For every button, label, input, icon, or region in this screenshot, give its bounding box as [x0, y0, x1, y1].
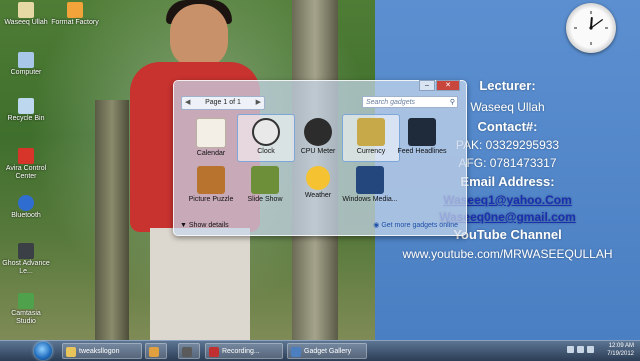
folder-icon — [66, 347, 76, 357]
desktop-icon-camtasia-studio[interactable]: Camtasia Studio — [1, 293, 51, 326]
app-icon — [182, 347, 192, 357]
minimize-button[interactable]: – — [419, 80, 435, 91]
taskbar-item-app[interactable] — [178, 343, 200, 359]
volume-icon[interactable] — [577, 346, 584, 353]
person-pants — [150, 228, 250, 340]
show-details-label: Show details — [188, 222, 229, 229]
system-tray-icons — [567, 346, 594, 353]
avira-umbrella-icon — [18, 148, 34, 164]
desktop-icon-label: Camtasia Studio — [11, 310, 41, 325]
gadget-label: Currency — [356, 148, 386, 155]
media-player-icon — [149, 347, 159, 357]
desktop-icon-avira-control-center[interactable]: Avira Control Center — [1, 148, 51, 181]
desktop-icon-label: Computer — [10, 69, 42, 76]
desktop-icon-label: Recycle Bin — [7, 115, 45, 122]
clock-minute-hand — [590, 19, 603, 29]
gadget-tile-slide-show[interactable]: Slide Show — [237, 163, 293, 209]
action-center-flag-icon[interactable] — [587, 346, 594, 353]
desktop-icon-label: Ghost Advance Le... — [2, 260, 50, 275]
bluetooth-icon — [18, 195, 34, 211]
gadget-tile-weather[interactable]: Weather — [290, 163, 346, 209]
slide-show-icon — [251, 166, 279, 194]
desktop-icon-bluetooth[interactable]: Bluetooth — [1, 195, 51, 220]
gadget-label: CPU Meter — [300, 148, 336, 155]
format-factory-icon — [67, 2, 83, 18]
search-icon[interactable]: ⚲ — [450, 97, 455, 109]
computer-icon — [18, 52, 34, 68]
taskbar: tweaksllogon Recording... Gadget Gallery… — [0, 340, 640, 361]
desktop-icon-label: Waseeq Ullah — [4, 19, 48, 26]
window-controls: – ✕ — [419, 80, 460, 91]
taskbar-item-tweakslogon[interactable]: tweaksllogon — [62, 343, 142, 359]
cpu-meter-icon — [304, 118, 332, 146]
recording-icon — [209, 347, 219, 357]
task-label: tweaksllogon — [79, 348, 120, 355]
page-label: Page 1 of 1 — [205, 99, 241, 106]
expand-arrow-icon: ▼ — [180, 222, 187, 229]
show-details-toggle[interactable]: ▼ Show details — [180, 222, 229, 229]
gadget-label: Weather — [304, 192, 332, 199]
gadget-gallery-window: – ✕ ◀ Page 1 of 1 ▶ Search gadgets ⚲ Cal… — [173, 80, 467, 236]
gadget-label: Calendar — [196, 150, 226, 157]
network-icon[interactable] — [567, 346, 574, 353]
windows-media-center-icon — [356, 166, 384, 194]
gadget-tile-calendar[interactable]: Calendar — [183, 115, 239, 161]
desktop-icon-label: Format Factory — [51, 19, 99, 26]
desktop-icon-ghost-advance[interactable]: Ghost Advance Le... — [1, 243, 51, 276]
gadget-tile-currency[interactable]: Currency — [342, 114, 400, 162]
search-gadgets-input[interactable]: Search gadgets ⚲ — [362, 96, 458, 108]
desktop-icon-format-factory[interactable]: Format Factory — [50, 2, 100, 27]
tray-time: 12:09 AM — [608, 343, 634, 349]
page-navigator: ◀ Page 1 of 1 ▶ — [181, 96, 265, 110]
gadget-label: Slide Show — [247, 196, 283, 203]
gadget-gallery-icon — [291, 347, 301, 357]
weather-sun-icon — [306, 166, 330, 190]
desktop-icon-waseeq-ullah[interactable]: Waseeq Ullah — [1, 2, 51, 27]
search-placeholder: Search gadgets — [366, 99, 416, 106]
gadget-label: Windows Media... — [342, 196, 398, 203]
tree-trunk-left — [95, 100, 129, 340]
start-button[interactable] — [34, 342, 52, 360]
gadget-label: Clock — [257, 148, 275, 155]
taskbar-item-recording[interactable]: Recording... — [205, 343, 283, 359]
currency-icon — [357, 118, 385, 146]
gadget-tile-clock[interactable]: Clock — [237, 114, 295, 162]
desktop-icon-recycle-bin[interactable]: Recycle Bin — [1, 98, 51, 123]
gadget-label: Picture Puzzle — [188, 196, 234, 203]
desktop-icon-label: Avira Control Center — [5, 165, 47, 180]
gadget-tile-windows-media-center[interactable]: Windows Media... — [342, 163, 398, 209]
person-head — [170, 4, 228, 68]
taskbar-item-gadget-gallery[interactable]: Gadget Gallery — [287, 343, 367, 359]
task-label: Recording... — [222, 348, 260, 355]
taskbar-item-media-player[interactable] — [145, 343, 167, 359]
tray-clock[interactable]: 12:09 AM 7/19/2012 — [607, 342, 634, 358]
clock-icon — [252, 118, 280, 146]
recycle-bin-icon — [18, 98, 34, 114]
next-page-arrow-icon[interactable]: ▶ — [256, 97, 261, 109]
youtube-url: www.youtube.com/MRWASEEQULLAH — [402, 247, 613, 261]
ghost-icon — [18, 243, 34, 259]
clock-gadget[interactable] — [566, 3, 616, 53]
gadget-tile-cpu-meter[interactable]: CPU Meter — [290, 115, 346, 161]
get-more-label: Get more gadgets online — [381, 222, 458, 229]
gadget-label: Feed Headlines — [397, 148, 447, 155]
task-label: Gadget Gallery — [304, 348, 352, 355]
picture-puzzle-icon — [197, 166, 225, 194]
feed-headlines-icon — [408, 118, 436, 146]
clock-face-icon — [574, 11, 608, 45]
prev-page-arrow-icon[interactable]: ◀ — [185, 97, 190, 109]
calendar-icon — [196, 118, 226, 148]
desktop-icon-label: Bluetooth — [11, 212, 41, 219]
folder-icon — [18, 2, 34, 18]
get-more-gadgets-link[interactable]: ◉ Get more gadgets online — [373, 221, 458, 229]
close-button[interactable]: ✕ — [436, 80, 460, 91]
globe-icon: ◉ — [373, 222, 380, 229]
camtasia-icon — [18, 293, 34, 309]
desktop-icon-computer[interactable]: Computer — [1, 52, 51, 77]
gadget-tile-picture-puzzle[interactable]: Picture Puzzle — [183, 163, 239, 209]
tray-date: 7/19/2012 — [607, 351, 634, 357]
gadget-tile-feed-headlines[interactable]: Feed Headlines — [394, 115, 450, 161]
